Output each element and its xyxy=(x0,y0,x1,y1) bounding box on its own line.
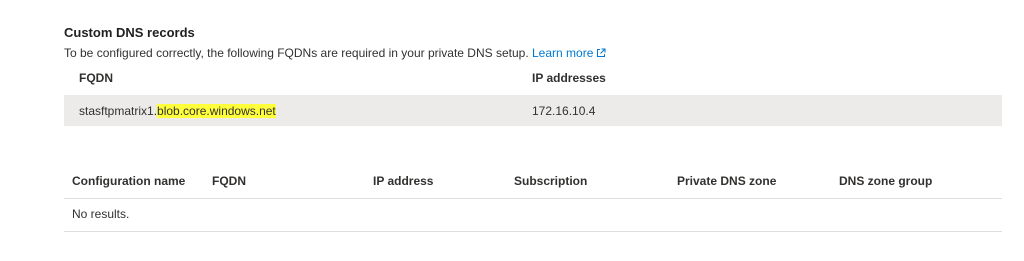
external-link-icon xyxy=(596,47,606,61)
column-header-configuration-name[interactable]: Configuration name xyxy=(72,174,185,188)
column-header-dns-zone-group[interactable]: DNS zone group xyxy=(839,174,932,188)
column-header-private-dns-zone[interactable]: Private DNS zone xyxy=(677,174,776,188)
configuration-table: Configuration name FQDN IP address Subsc… xyxy=(64,164,1002,232)
no-results-text: No results. xyxy=(72,207,130,221)
section-description: To be configured correctly, the followin… xyxy=(64,46,606,61)
fqdn-prefix: stasftpmatrix1. xyxy=(79,104,158,118)
fqdn-table-header: FQDN IP addresses xyxy=(64,64,1002,92)
column-header-ip-address[interactable]: IP address xyxy=(373,174,433,188)
column-header-fqdn: FQDN xyxy=(79,71,113,85)
fqdn-table: FQDN IP addresses stasftpmatrix1.blob.co… xyxy=(64,64,1002,126)
learn-more-label: Learn more xyxy=(532,46,594,60)
learn-more-link[interactable]: Learn more xyxy=(532,46,606,60)
column-header-ip-addresses: IP addresses xyxy=(532,71,606,85)
section-title: Custom DNS records xyxy=(64,25,195,40)
description-text: To be configured correctly, the followin… xyxy=(64,46,529,60)
fqdn-highlight: blob.core.windows.net xyxy=(157,104,276,118)
fqdn-table-row[interactable]: stasftpmatrix1.blob.core.windows.net 172… xyxy=(64,95,1002,126)
column-header-fqdn[interactable]: FQDN xyxy=(212,174,246,188)
no-results-row: No results. xyxy=(64,199,1002,232)
configuration-table-header: Configuration name FQDN IP address Subsc… xyxy=(64,164,1002,199)
fqdn-cell: stasftpmatrix1.blob.core.windows.net xyxy=(79,104,276,118)
column-header-subscription[interactable]: Subscription xyxy=(514,174,587,188)
ip-address-cell: 172.16.10.4 xyxy=(532,104,596,118)
